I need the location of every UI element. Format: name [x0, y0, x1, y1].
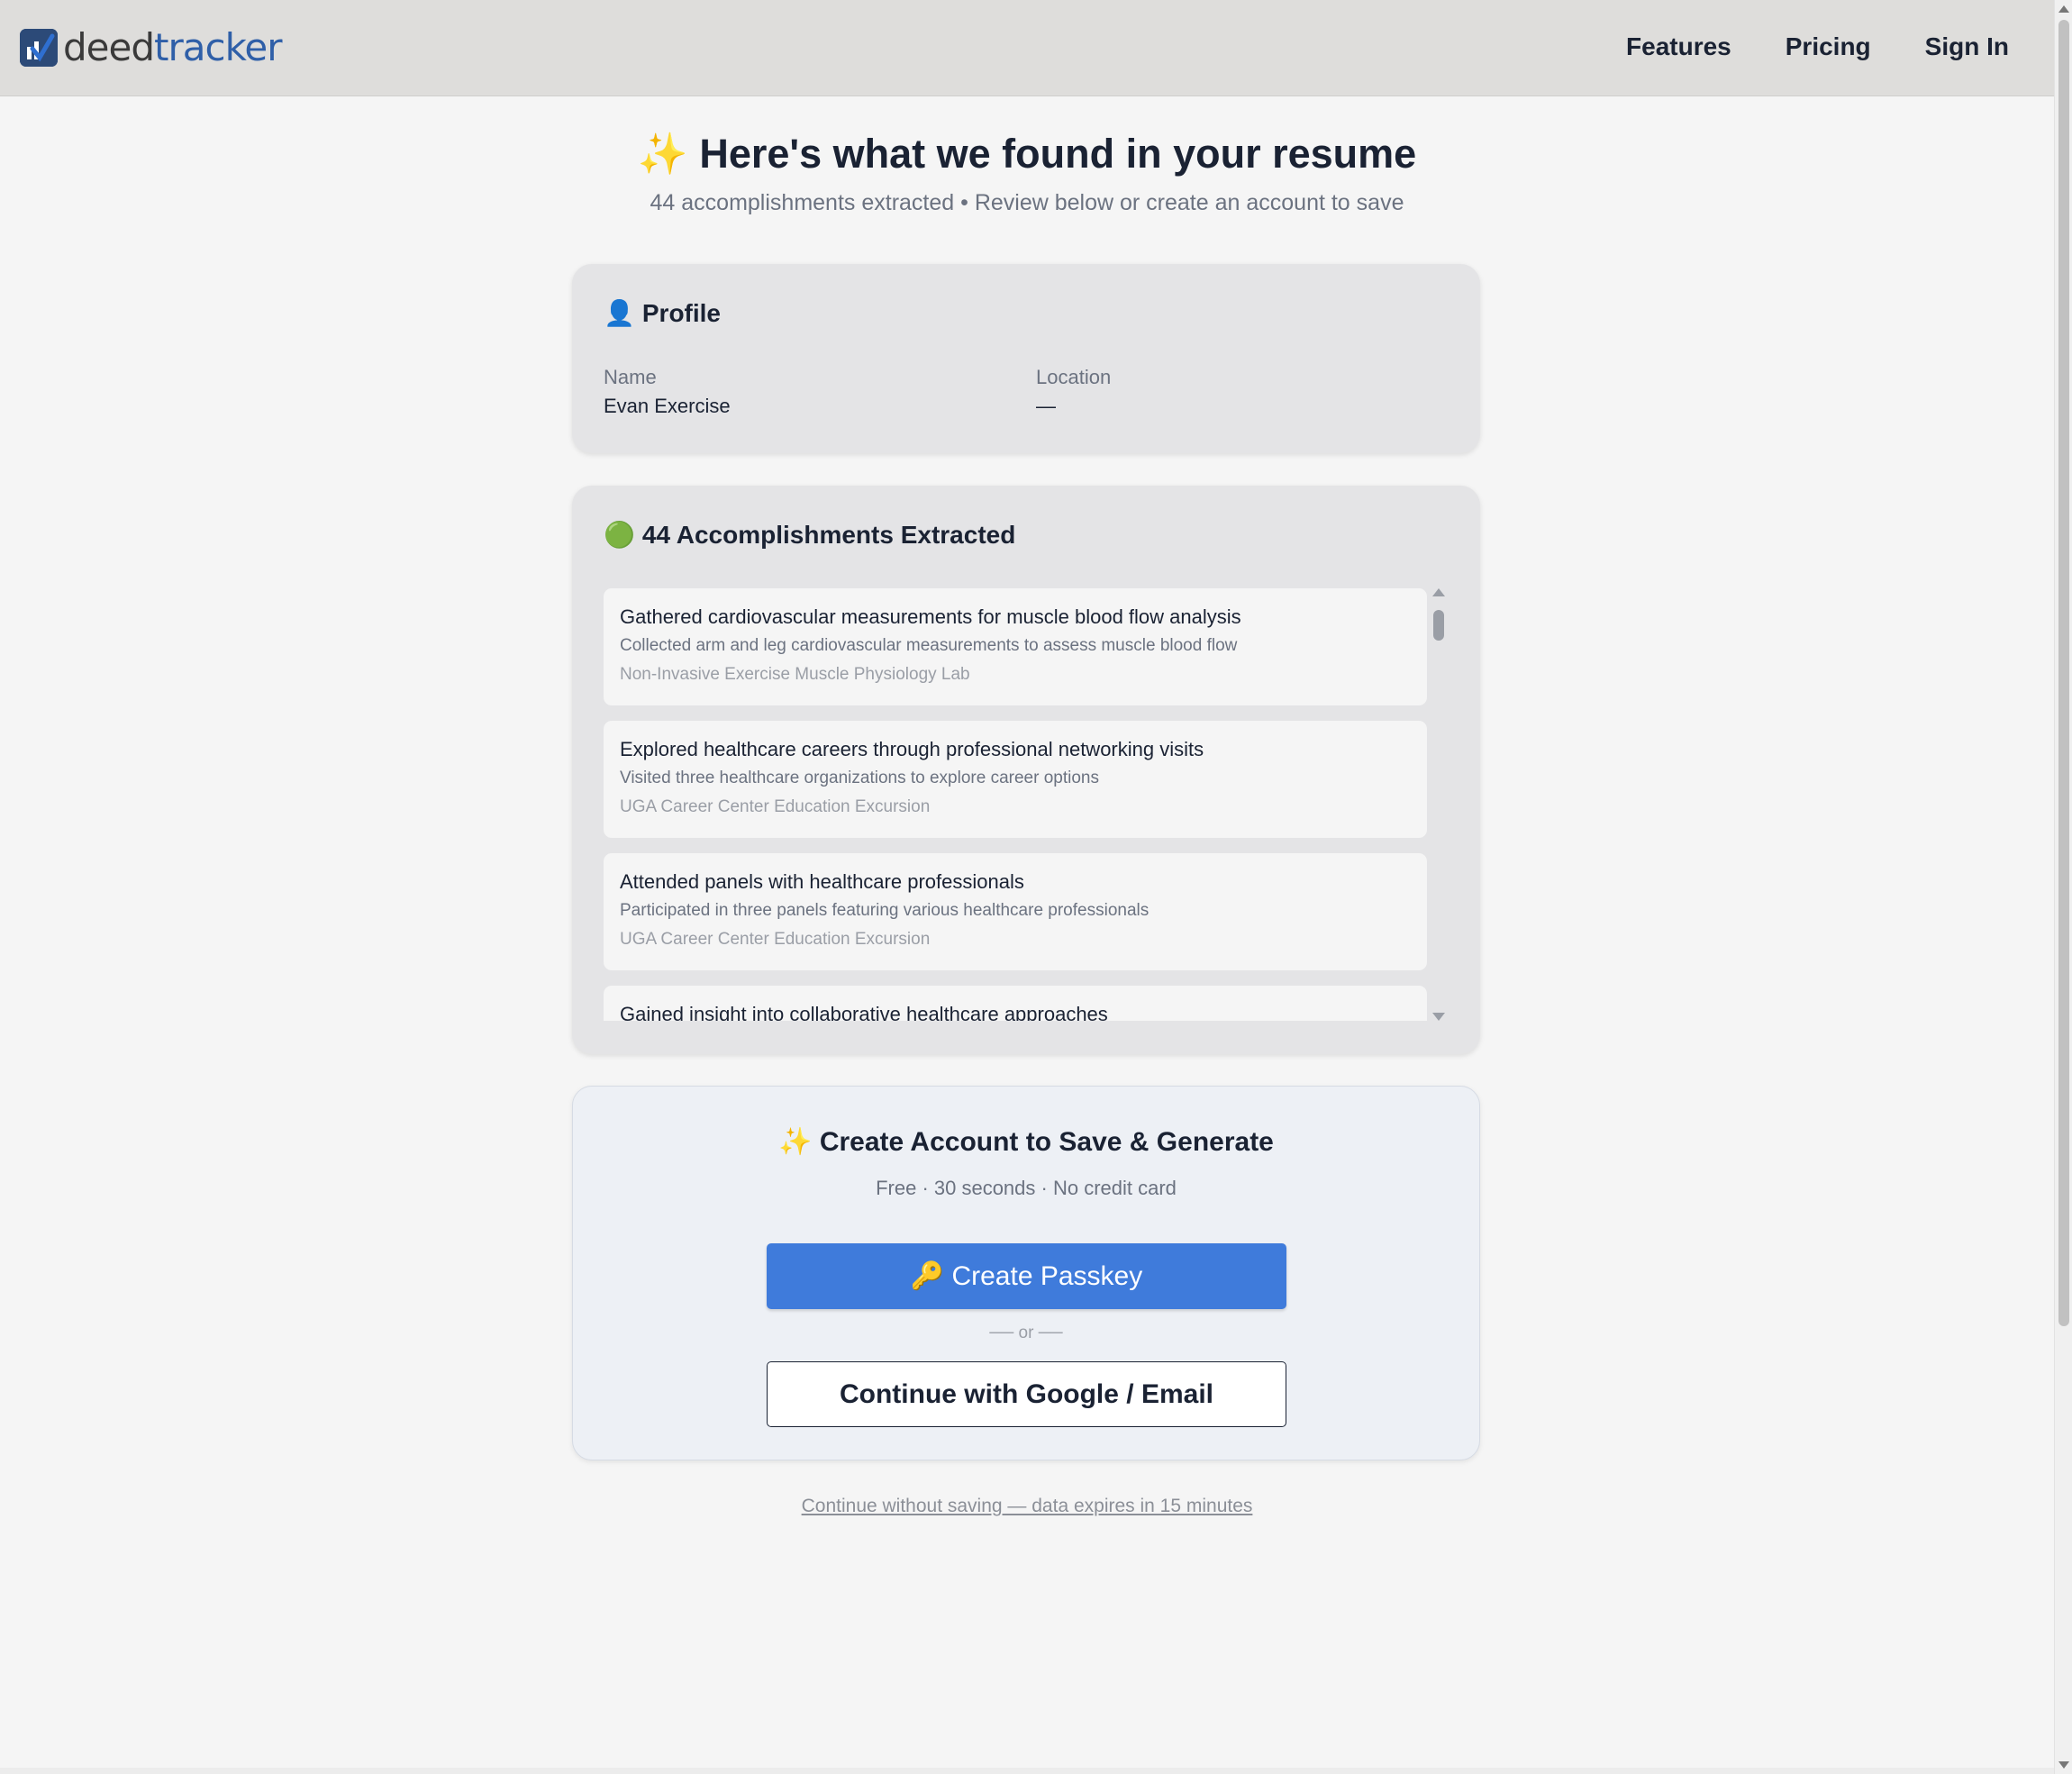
item-organization: UGA Career Center Education Excursion: [620, 930, 931, 949]
item-description: Collected arm and leg cardiovascular mea…: [620, 636, 1238, 655]
page-title-text: Here's what we found in your resume: [699, 131, 1417, 177]
brand-wordmark: deedtracker: [63, 25, 282, 70]
accomplishments-card: 🟢 44 Accomplishments Extracted Gathered …: [572, 486, 1480, 1054]
create-passkey-button[interactable]: 🔑 Create Passkey: [767, 1243, 1286, 1309]
item-description: Participated in three panels featuring v…: [620, 901, 1150, 920]
list-item[interactable]: Explored healthcare careers through prof…: [604, 721, 1427, 838]
profile-location-field: Location —: [1036, 366, 1111, 418]
person-icon: 👤: [604, 299, 635, 327]
item-description: Visited three healthcare organizations t…: [620, 769, 1099, 787]
nav-pricing-link[interactable]: Pricing: [1786, 29, 1871, 65]
name-value: Evan Exercise: [604, 395, 731, 417]
list-item[interactable]: Gained insight into collaborative health…: [604, 986, 1427, 1021]
list-item[interactable]: Gathered cardiovascular measurements for…: [604, 588, 1427, 705]
create-passkey-label: Create Passkey: [951, 1261, 1143, 1291]
skip-link-container: Continue without saving — data expires i…: [0, 1496, 2054, 1517]
item-title: Gathered cardiovascular measurements for…: [620, 605, 1241, 628]
item-title: Explored healthcare careers through prof…: [620, 738, 1204, 760]
location-label: Location: [1036, 366, 1112, 388]
continue-without-saving-link[interactable]: Continue without saving — data expires i…: [802, 1496, 1253, 1516]
location-value: —: [1036, 395, 1056, 417]
key-icon: 🔑: [910, 1261, 945, 1291]
results-header: ✨ Here's what we found in your resume 44…: [0, 124, 2054, 218]
cta-title: ✨ Create Account to Save & Generate: [573, 1121, 1479, 1164]
cta-title-text: Create Account to Save & Generate: [819, 1127, 1274, 1157]
bottom-edge: [0, 1768, 2054, 1774]
top-navbar: deedtracker Features Pricing Sign In: [0, 0, 2054, 96]
page-title: ✨ Here's what we found in your resume: [0, 124, 2054, 184]
scrollbar-thumb[interactable]: [1433, 610, 1444, 641]
green-circle-icon: 🟢: [604, 521, 635, 549]
scroll-up-arrow-icon[interactable]: [1432, 588, 1445, 596]
page-subtitle: 44 accomplishments extracted • Review be…: [650, 190, 1404, 215]
check-chart-icon: [20, 29, 58, 67]
profile-card-title: 👤 Profile: [604, 298, 721, 328]
create-account-card: ✨ Create Account to Save & Generate Free…: [572, 1086, 1480, 1460]
page-scroll-down-icon[interactable]: [2058, 1761, 2069, 1769]
name-label: Name: [604, 366, 657, 388]
brand-name-part2: tracker: [154, 25, 282, 69]
list-item[interactable]: Attended panels with healthcare professi…: [604, 853, 1427, 970]
page-scrollbar-thumb[interactable]: [2058, 20, 2069, 1326]
nav-sign-in-link[interactable]: Sign In: [1925, 29, 2009, 65]
item-organization: Non-Invasive Exercise Muscle Physiology …: [620, 665, 970, 684]
accomplishments-list[interactable]: Gathered cardiovascular measurements for…: [604, 588, 1427, 1021]
sparkles-icon: ✨: [637, 131, 688, 177]
page-scroll-up-icon[interactable]: [2058, 5, 2069, 13]
page-scrollbar[interactable]: [2054, 0, 2072, 1774]
brand-logo[interactable]: deedtracker: [20, 25, 282, 70]
scroll-down-arrow-icon[interactable]: [1432, 1013, 1445, 1021]
brand-name-part1: deed: [63, 25, 155, 69]
main-nav: Features Pricing Sign In: [1626, 29, 2009, 65]
item-title: Attended panels with healthcare professi…: [620, 870, 1024, 893]
sparkles-icon: ✨: [778, 1127, 813, 1157]
item-title: Gained insight into collaborative health…: [620, 1003, 1108, 1021]
continue-google-email-button[interactable]: Continue with Google / Email: [767, 1361, 1286, 1427]
cta-subtitle: Free · 30 seconds · No credit card: [876, 1177, 1177, 1199]
profile-title-text: Profile: [641, 298, 722, 327]
accomplishments-scrollbar[interactable]: [1431, 588, 1447, 1021]
item-organization: UGA Career Center Education Excursion: [620, 797, 931, 816]
nav-features-link[interactable]: Features: [1626, 29, 1731, 65]
profile-name-field: Name Evan Exercise: [604, 366, 731, 418]
accomplishments-title-text: 44 Accomplishments Extracted: [641, 520, 1016, 549]
accomplishments-card-title: 🟢 44 Accomplishments Extracted: [604, 520, 1015, 550]
profile-card: 👤 Profile Name Evan Exercise Location —: [572, 264, 1480, 453]
or-divider: ── or ──: [989, 1324, 1063, 1342]
